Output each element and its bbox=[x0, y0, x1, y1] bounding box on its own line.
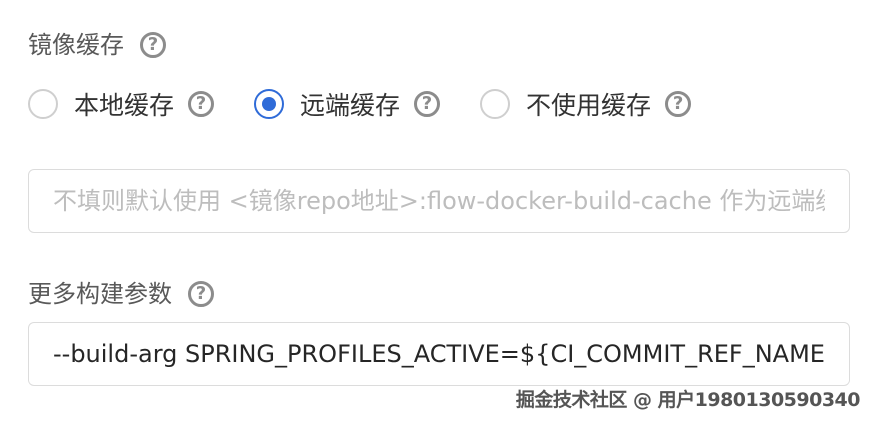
radio-option-remote-cache[interactable]: 远端缓存 ? bbox=[254, 86, 441, 122]
radio-label-remote-cache: 远端缓存 bbox=[300, 91, 401, 120]
radio-option-local-cache[interactable]: 本地缓存 ? bbox=[28, 86, 215, 122]
radio-label-no-cache: 不使用缓存 bbox=[526, 91, 652, 120]
build-args-input[interactable] bbox=[28, 322, 850, 386]
image-cache-label-row: 镜像缓存 ? bbox=[28, 30, 166, 60]
radio-button-no-cache[interactable] bbox=[480, 89, 511, 119]
cache-mode-radio-group: 本地缓存 ? 远端缓存 ? 不使用缓存 ? bbox=[28, 85, 731, 123]
radio-button-remote-cache[interactable] bbox=[254, 89, 285, 119]
radio-label-local-cache: 本地缓存 bbox=[74, 91, 175, 120]
build-args-label: 更多构建参数 bbox=[28, 280, 172, 308]
question-mark-icon[interactable]: ? bbox=[188, 281, 214, 307]
radio-button-local-cache[interactable] bbox=[28, 89, 58, 119]
watermark: 掘金技术社区 @ 用户1980130590340 bbox=[515, 389, 861, 411]
question-mark-icon[interactable]: ? bbox=[188, 91, 215, 117]
question-mark-icon[interactable]: ? bbox=[665, 91, 692, 117]
remote-cache-address-input[interactable] bbox=[28, 169, 850, 233]
question-mark-icon[interactable]: ? bbox=[414, 91, 441, 117]
build-config-panel: 镜像缓存 ? 本地缓存 ? 远端缓存 ? 不使用缓存 ? 更多构建参数 ? 掘金… bbox=[0, 0, 874, 422]
question-mark-icon[interactable]: ? bbox=[140, 32, 166, 58]
build-args-label-row: 更多构建参数 ? bbox=[28, 279, 214, 309]
image-cache-label: 镜像缓存 bbox=[28, 31, 124, 59]
radio-option-no-cache[interactable]: 不使用缓存 ? bbox=[480, 86, 692, 122]
